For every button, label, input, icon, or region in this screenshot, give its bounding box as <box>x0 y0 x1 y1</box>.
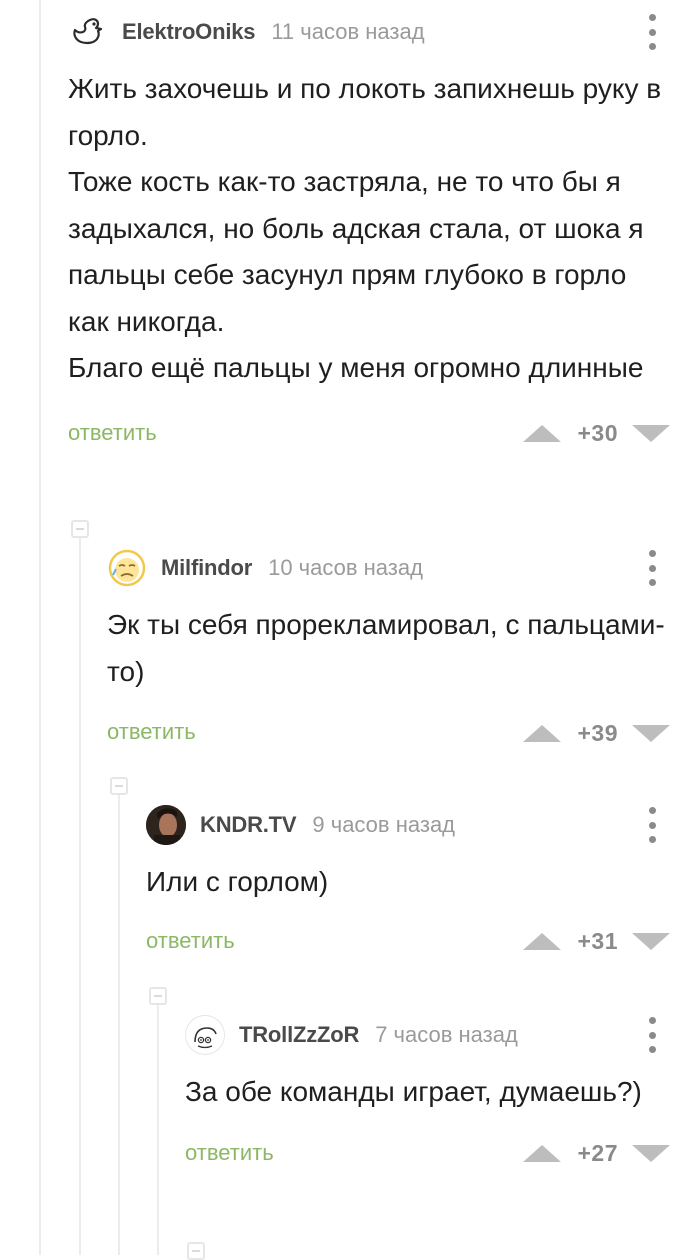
more-options-icon[interactable] <box>648 550 656 586</box>
reply-link[interactable]: ответить <box>185 1140 274 1166</box>
comment-text: Или с горлом) <box>146 859 700 906</box>
comment-text: Жить захочешь и по локоть запихнешь руку… <box>68 66 700 392</box>
timestamp[interactable]: 9 часов назад <box>312 812 455 838</box>
comment-footer: ответить +30 <box>68 414 700 454</box>
author-name[interactable]: TRollZzZoR <box>239 1022 359 1048</box>
author-name[interactable]: Milfindor <box>161 555 252 581</box>
comment-footer: ответить +27 <box>185 1134 700 1174</box>
rating-score: +31 <box>577 928 618 954</box>
crying-emoji-icon[interactable] <box>107 548 147 588</box>
author-name[interactable]: KNDR.TV <box>200 812 297 838</box>
comment-footer: ответить +31 <box>146 922 700 962</box>
comment: KNDR.TV 9 часов назад Или с горлом) отве… <box>146 805 700 962</box>
duck-outline-icon[interactable] <box>68 12 108 52</box>
comment-header: TRollZzZoR 7 часов назад <box>185 1015 700 1055</box>
comment-text: Эк ты себя прорекламировал, с пальцами-т… <box>107 602 700 695</box>
comment-header: Milfindor 10 часов назад <box>107 548 700 588</box>
comment: Milfindor 10 часов назад Эк ты себя прор… <box>107 548 700 753</box>
more-options-icon[interactable] <box>648 807 656 843</box>
vote-controls: +30 <box>523 418 670 450</box>
rating-score: +27 <box>577 1140 618 1166</box>
comment-paragraph: Или с горлом) <box>146 866 329 897</box>
rating-score: +39 <box>577 719 618 746</box>
timestamp[interactable]: 11 часов назад <box>271 19 424 45</box>
photo-avatar-icon[interactable] <box>146 805 186 845</box>
reply-link[interactable]: ответить <box>146 928 235 954</box>
collapse-thread-button[interactable] <box>71 520 89 538</box>
upvote-icon[interactable] <box>523 724 562 742</box>
thread-line-level-3 <box>157 1005 159 1255</box>
timestamp[interactable]: 7 часов назад <box>375 1022 518 1048</box>
comment-header: KNDR.TV 9 часов назад <box>146 805 700 845</box>
troll-face-icon[interactable] <box>185 1015 225 1055</box>
author-name[interactable]: ElektroOniks <box>122 19 256 45</box>
vote-controls: +31 <box>523 926 670 958</box>
reply-link[interactable]: ответить <box>68 420 157 446</box>
vote-controls: +39 <box>523 717 670 749</box>
comment-paragraph: За обе команды играет, думаешь?) <box>185 1076 642 1107</box>
collapse-thread-button[interactable] <box>149 987 167 1005</box>
thread-line-level-0 <box>39 0 41 1255</box>
upvote-icon[interactable] <box>523 933 562 950</box>
vote-controls: +27 <box>523 1138 670 1170</box>
comment-paragraph: Эк ты себя прорекламировал, с пальцами-т… <box>107 609 665 687</box>
more-options-icon[interactable] <box>648 14 656 50</box>
comment-header: ElektroOniks 11 часов назад <box>68 12 700 52</box>
downvote-icon[interactable] <box>632 425 670 442</box>
more-options-icon[interactable] <box>648 1017 656 1053</box>
comment-paragraph: Тоже кость как-то застряла, не то что бы… <box>68 166 644 337</box>
comment-footer: ответить +39 <box>107 713 700 753</box>
comment-paragraph: Благо ещё пальцы у меня огромно длинные <box>68 352 644 383</box>
collapse-thread-button[interactable] <box>110 777 128 795</box>
thread-line-level-2 <box>118 795 120 1255</box>
downvote-icon[interactable] <box>632 724 670 742</box>
reply-link[interactable]: ответить <box>107 719 196 745</box>
downvote-icon[interactable] <box>632 933 670 950</box>
upvote-icon[interactable] <box>523 425 562 442</box>
timestamp[interactable]: 10 часов назад <box>268 555 423 581</box>
comment: TRollZzZoR 7 часов назад За обе команды … <box>185 1015 700 1174</box>
rating-score: +30 <box>577 420 618 446</box>
upvote-icon[interactable] <box>523 1145 562 1162</box>
comment-text: За обе команды играет, думаешь?) <box>185 1069 700 1116</box>
collapse-thread-button[interactable] <box>187 1242 205 1260</box>
downvote-icon[interactable] <box>632 1145 670 1162</box>
thread-line-level-1 <box>79 537 81 1255</box>
comment: ElektroOniks 11 часов назад Жить захочеш… <box>68 12 700 454</box>
comment-paragraph: Жить захочешь и по локоть запихнешь руку… <box>68 73 662 151</box>
